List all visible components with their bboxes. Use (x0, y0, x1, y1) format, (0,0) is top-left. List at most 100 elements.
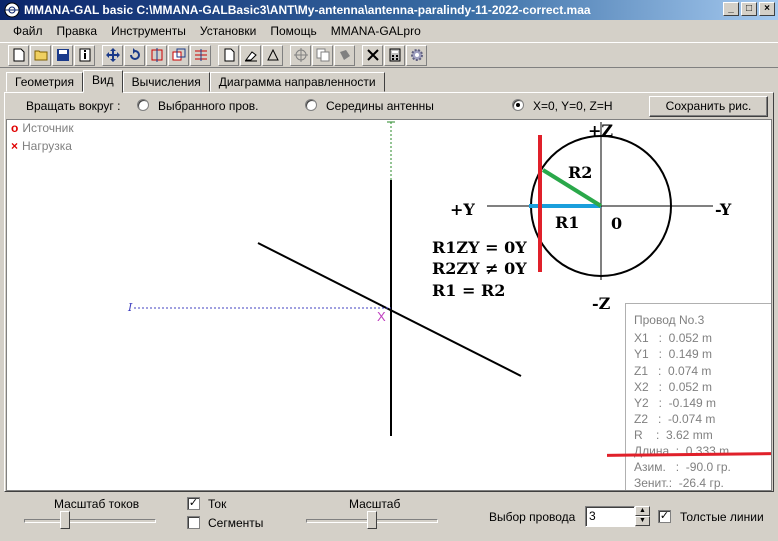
tools-button[interactable] (362, 44, 383, 66)
close-button[interactable]: × (759, 2, 775, 16)
wire-select-spinner: ▲ ▼ (635, 506, 650, 527)
menu-edit[interactable]: Правка (50, 24, 105, 38)
equation-3: R1 = R2 (432, 281, 505, 300)
wire-info-title: Провод No.3 (634, 313, 705, 327)
r1-label: R1 (555, 213, 579, 232)
scale-slider[interactable] (367, 511, 377, 529)
crosshair-button[interactable] (290, 44, 311, 66)
save-file-button[interactable] (52, 44, 73, 66)
triangle-button[interactable] (262, 44, 283, 66)
menu-tools[interactable]: Инструменты (104, 24, 193, 38)
wire-select-input[interactable]: 3 (585, 506, 635, 527)
spin-up-button[interactable]: ▲ (635, 506, 650, 516)
calculator-button[interactable] (384, 44, 405, 66)
x-axis-marker: X (377, 309, 386, 324)
eraser-icon (244, 51, 257, 62)
rotate-button[interactable] (124, 44, 145, 66)
plus-z-label: +Z (588, 121, 613, 140)
new-file-icon (13, 48, 24, 62)
radio-origin-label: X=0, Y=0, Z=H (533, 99, 613, 113)
segments-checkbox[interactable] (187, 516, 200, 529)
radio-selected-wire-label: Выбранного пров. (158, 99, 259, 113)
radio-selected-wire[interactable] (137, 99, 149, 111)
wire-info-y1: Y1 : 0.149 m (634, 347, 713, 361)
toolbar (0, 42, 778, 68)
minimize-button[interactable]: _ (723, 2, 739, 16)
r2-label: R2 (568, 163, 592, 182)
save-picture-button[interactable]: Сохранить рис. (649, 96, 768, 117)
title-bar: MMANA-GAL basic C:\MMANA-GALBasic3\ANT\M… (0, 0, 778, 20)
wires-list-button[interactable] (190, 44, 211, 66)
wire-select-label: Выбор провода (489, 510, 576, 524)
thick-lines-checkbox[interactable]: ✓ (658, 510, 671, 523)
current-scale-track (24, 519, 156, 523)
shape-button[interactable] (334, 44, 355, 66)
wires-icon (194, 49, 207, 61)
menu-settings[interactable]: Установки (193, 24, 263, 38)
floppy-icon (56, 49, 69, 61)
thick-lines-label: Толстые линии (680, 510, 764, 524)
calculator-icon (389, 48, 400, 62)
menu-bar: Файл Правка Инструменты Установки Помощь… (0, 21, 778, 40)
page-icon (224, 48, 234, 62)
page-button[interactable] (218, 44, 239, 66)
folder-icon (34, 50, 47, 61)
settings-button[interactable] (406, 44, 427, 66)
y-axis-marker: I (127, 301, 133, 314)
bottom-controls: Масштаб токов ✓ Ток Сегменты Масштаб Выб… (0, 494, 778, 541)
copy-button[interactable] (312, 44, 333, 66)
window-title: MMANA-GAL basic C:\MMANA-GALBasic3\ANT\M… (24, 3, 591, 17)
plus-y-label: +Y (450, 200, 475, 219)
tab-radiation-pattern[interactable]: Диаграмма направленности (209, 72, 385, 92)
radio-antenna-center[interactable] (305, 99, 317, 111)
radio-antenna-center-label: Середины антенны (326, 99, 434, 113)
menu-file[interactable]: Файл (6, 24, 50, 38)
maximize-button[interactable]: □ (741, 2, 757, 16)
open-file-button[interactable] (30, 44, 51, 66)
minus-z-label: -Z (592, 294, 611, 313)
copy-icon (316, 48, 329, 62)
wire-info-y2: Y2 : -0.149 m (634, 396, 717, 410)
tab-bar: Геометрия Вид Вычисления Диаграмма напра… (6, 70, 385, 93)
new-file-button[interactable] (8, 44, 29, 66)
current-scale-slider[interactable] (60, 511, 70, 529)
wire-info-x2: X2 : 0.052 m (634, 380, 713, 394)
info-button[interactable] (74, 44, 95, 66)
triangle-icon (266, 48, 279, 61)
copy-wire-icon (172, 48, 185, 61)
app-icon (4, 2, 20, 18)
tab-geometry[interactable]: Геометрия (6, 72, 83, 92)
stretch-icon (151, 48, 162, 62)
scale-label: Масштаб (349, 497, 401, 511)
wire-info-z1: Z1 : 0.074 m (634, 364, 712, 378)
current-checkbox[interactable]: ✓ (187, 497, 200, 510)
info-icon (79, 48, 90, 62)
current-scale-label: Масштаб токов (54, 497, 140, 511)
segments-label: Сегменты (208, 516, 264, 530)
rotate-label: Вращать вокруг : (26, 99, 121, 113)
radio-origin[interactable] (512, 99, 524, 111)
wire-info-z2: Z2 : -0.074 m (634, 412, 716, 426)
menu-mmana-pro[interactable]: MMANA-GALpro (324, 24, 428, 38)
shape-icon (339, 50, 350, 60)
tab-calculations[interactable]: Вычисления (122, 72, 210, 92)
minus-y-label: -Y (715, 200, 732, 219)
copy-wire-button[interactable] (168, 44, 189, 66)
tab-view[interactable]: Вид (82, 70, 123, 93)
wire-info-box: Провод No.3 X1 : 0.052 m Y1 : 0.149 m Z1… (625, 303, 771, 490)
spin-down-button[interactable]: ▼ (635, 516, 650, 526)
eraser-button[interactable] (240, 44, 261, 66)
stretch-button[interactable] (146, 44, 167, 66)
wire-info-azimuth: Азим. : -90.0 гр. (634, 460, 731, 474)
move-button[interactable] (102, 44, 123, 66)
current-label: Ток (208, 497, 227, 511)
wire-info-radius: R : 3.62 mm (634, 428, 713, 442)
gear-icon (410, 49, 423, 61)
crosshair-icon (293, 48, 308, 62)
wire-info-zenith: Зенит.: -26.4 гр. (634, 476, 724, 490)
hammer-wrench-icon (366, 49, 379, 61)
equation-1: R1ZY = 0Y (432, 238, 527, 257)
rotate-icon (129, 48, 140, 60)
antenna-view-canvas[interactable]: o Источник × Нагрузка I X +Z -Z +Y -Y R1 R… (6, 119, 772, 491)
menu-help[interactable]: Помощь (263, 24, 323, 38)
